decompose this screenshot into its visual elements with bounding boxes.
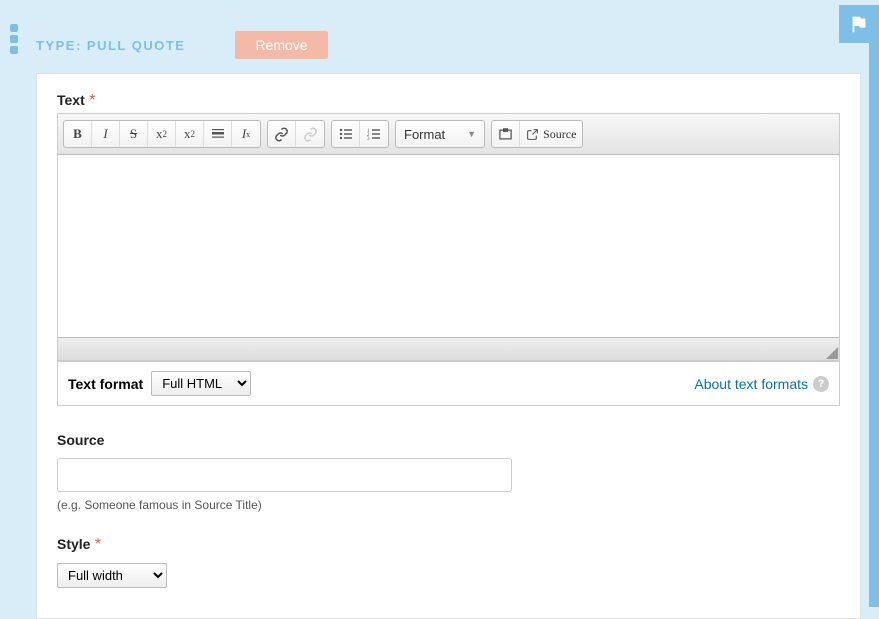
editor-toolbar: B I S x2 x2 Ix: [58, 114, 839, 155]
subscript-button[interactable]: x2: [176, 121, 204, 147]
right-bar: [869, 43, 879, 607]
horizontal-rule-button[interactable]: [204, 121, 232, 147]
resize-handle[interactable]: [826, 347, 838, 359]
required-star-icon: *: [89, 92, 95, 109]
help-icon: ?: [813, 376, 829, 392]
editor-statusbar: [58, 338, 839, 360]
ordered-list-button[interactable]: 123: [360, 121, 388, 147]
flag-icon[interactable]: [839, 5, 879, 43]
superscript-button[interactable]: x2: [148, 121, 176, 147]
bold-button[interactable]: B: [64, 121, 92, 147]
text-format-select[interactable]: Full HTML: [151, 371, 251, 396]
unlink-button: [296, 121, 324, 147]
remove-button[interactable]: Remove: [235, 31, 327, 59]
text-label: Text: [57, 92, 85, 108]
source-help-text: (e.g. Someone famous in Source Title): [57, 498, 840, 512]
source-input[interactable]: [57, 458, 512, 492]
link-button[interactable]: [268, 121, 296, 147]
rich-text-editor: B I S x2 x2 Ix: [57, 113, 840, 361]
style-select[interactable]: Full width: [57, 563, 167, 588]
bullet-list-button[interactable]: [332, 121, 360, 147]
required-star-icon: *: [95, 536, 101, 553]
format-dropdown[interactable]: Format ▼: [395, 120, 485, 148]
text-format-label: Text format: [68, 376, 143, 392]
source-button[interactable]: Source: [520, 121, 582, 147]
content-panel: Text * B I S x2 x2 Ix: [36, 73, 861, 619]
source-label: Source: [57, 432, 104, 448]
style-label: Style: [57, 536, 90, 552]
remove-format-button[interactable]: Ix: [232, 121, 260, 147]
italic-button[interactable]: I: [92, 121, 120, 147]
editor-textarea[interactable]: [58, 155, 839, 338]
image-button[interactable]: [492, 121, 520, 147]
type-label: TYPE: PULL QUOTE: [36, 38, 185, 53]
about-text-formats-link[interactable]: About text formats ?: [694, 376, 829, 392]
drag-handle[interactable]: [10, 24, 18, 57]
strike-button[interactable]: S: [120, 121, 148, 147]
svg-text:3: 3: [367, 137, 370, 141]
